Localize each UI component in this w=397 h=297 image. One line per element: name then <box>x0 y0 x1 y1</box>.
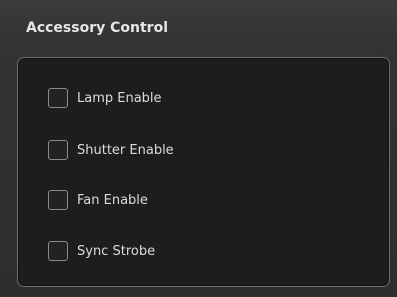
checkbox-square-icon[interactable] <box>48 190 68 210</box>
accessory-options-group: Lamp Enable Shutter Enable Fan Enable Sy… <box>17 57 390 287</box>
panel-title: Accessory Control <box>26 20 168 36</box>
checkbox-label[interactable]: Lamp Enable <box>77 91 162 106</box>
sync-strobe-checkbox[interactable]: Sync Strobe <box>48 240 155 262</box>
checkbox-label[interactable]: Sync Strobe <box>77 244 155 259</box>
accessory-control-panel: Accessory Control Lamp Enable Shutter En… <box>0 0 397 297</box>
lamp-enable-checkbox[interactable]: Lamp Enable <box>48 87 162 109</box>
checkbox-label[interactable]: Fan Enable <box>77 193 148 208</box>
fan-enable-checkbox[interactable]: Fan Enable <box>48 189 148 211</box>
shutter-enable-checkbox[interactable]: Shutter Enable <box>48 139 174 161</box>
checkbox-square-icon[interactable] <box>48 241 68 261</box>
checkbox-square-icon[interactable] <box>48 88 68 108</box>
checkbox-square-icon[interactable] <box>48 140 68 160</box>
checkbox-label[interactable]: Shutter Enable <box>77 143 174 158</box>
